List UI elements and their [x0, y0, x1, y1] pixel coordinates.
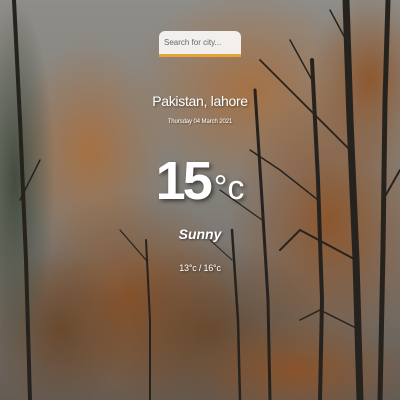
- location-title: Pakistan, lahore: [152, 93, 248, 109]
- temperature-range: 13°c / 16°c: [179, 263, 221, 273]
- weather-app: Pakistan, lahore Thursday 04 March 2021 …: [0, 0, 400, 400]
- temperature-display: 15 °c: [0, 146, 400, 223]
- search-box: [159, 31, 241, 60]
- temperature-unit: °c: [213, 169, 245, 207]
- search-input[interactable]: [159, 31, 241, 57]
- date-label: Thursday 04 March 2021: [167, 119, 233, 125]
- temperature-value: 15: [155, 151, 213, 211]
- weather-condition: Sunny: [178, 226, 222, 242]
